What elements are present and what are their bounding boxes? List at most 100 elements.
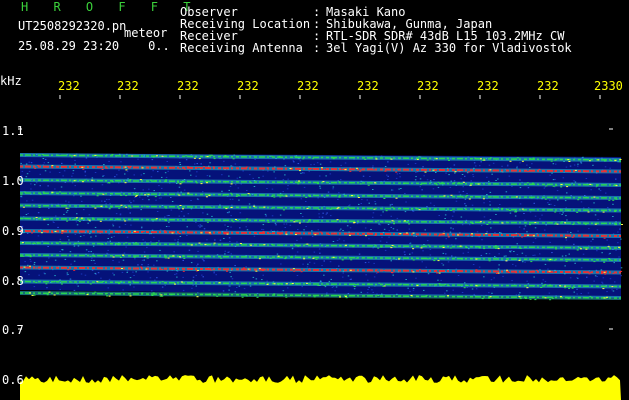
noise-speckle <box>372 291 374 293</box>
noise-speckle <box>489 204 491 206</box>
noise-speckle <box>230 276 232 278</box>
noise-speckle <box>386 174 388 176</box>
band-pixel <box>213 158 216 160</box>
noise-speckle <box>339 229 341 231</box>
noise-speckle <box>221 174 223 176</box>
band-pixel <box>46 231 49 233</box>
band-pixel <box>21 242 24 244</box>
noise-speckle <box>284 165 287 167</box>
noise-speckle <box>20 162 22 164</box>
noise-speckle <box>296 239 298 241</box>
band-pixel <box>377 295 380 296</box>
band-pixel <box>564 287 567 289</box>
noise-speckle <box>316 162 319 164</box>
noise-speckle <box>580 293 582 294</box>
noise-speckle <box>196 163 198 165</box>
band-pixel <box>620 270 623 272</box>
band-pixel <box>535 259 538 261</box>
noise-speckle <box>390 226 392 228</box>
band-pixel <box>442 245 445 247</box>
band-pixel <box>96 195 99 197</box>
noise-speckle <box>296 251 299 253</box>
noise-speckle <box>473 162 476 164</box>
band-pixel <box>438 283 441 285</box>
noise-speckle <box>492 162 495 164</box>
noise-speckle <box>109 203 111 205</box>
band-pixel <box>468 198 471 200</box>
band-pixel <box>279 196 282 198</box>
noise-speckle <box>227 226 229 227</box>
band-pixel <box>380 246 383 248</box>
band-pixel <box>319 231 322 233</box>
noise-speckle <box>513 251 515 252</box>
band-pixel <box>313 296 316 298</box>
noise-speckle <box>245 266 247 268</box>
band-pixel <box>146 257 149 259</box>
band-pixel <box>607 246 610 248</box>
noise-speckle <box>195 222 197 223</box>
band-pixel <box>81 231 84 233</box>
noise-speckle <box>534 254 536 256</box>
band-pixel <box>610 160 613 162</box>
noise-speckle <box>453 180 456 182</box>
band-pixel <box>548 260 551 262</box>
noise-speckle <box>297 229 299 230</box>
noise-speckle <box>324 286 327 288</box>
noise-speckle <box>562 212 564 214</box>
band-pixel <box>210 269 213 271</box>
noise-speckle <box>66 272 69 274</box>
band-pixel <box>61 232 64 234</box>
band-pixel <box>553 271 556 273</box>
noise-speckle <box>526 231 528 233</box>
noise-speckle <box>564 200 567 202</box>
band-pixel <box>518 259 521 261</box>
band-pixel <box>361 257 364 259</box>
noise-speckle <box>367 279 369 281</box>
noise-speckle <box>450 180 452 182</box>
band-pixel <box>122 254 124 256</box>
band-pixel <box>95 205 98 207</box>
noise-speckle <box>332 188 334 190</box>
band-pixel <box>211 154 213 156</box>
x-tick: 232 <box>537 79 559 93</box>
band-pixel <box>526 287 529 289</box>
noise-speckle <box>387 175 389 177</box>
noise-speckle <box>505 191 508 193</box>
band-pixel <box>352 246 355 248</box>
noise-speckle <box>302 263 304 265</box>
band-pixel <box>563 285 566 287</box>
band-pixel <box>151 295 154 296</box>
band-pixel <box>529 158 532 160</box>
band-pixel <box>152 292 155 294</box>
noise-speckle <box>384 249 387 251</box>
band-pixel <box>489 157 492 159</box>
noise-speckle <box>362 175 365 177</box>
noise-speckle <box>150 176 153 178</box>
band-pixel <box>433 260 436 262</box>
noise-speckle <box>202 276 204 278</box>
noise-speckle <box>202 191 204 193</box>
noise-speckle <box>54 259 57 261</box>
noise-speckle <box>593 202 595 204</box>
noise-speckle <box>106 198 108 200</box>
band-pixel <box>179 168 182 170</box>
noise-speckle <box>319 185 321 187</box>
band-pixel <box>128 281 131 283</box>
noise-speckle <box>472 176 475 178</box>
noise-speckle <box>118 226 121 228</box>
noise-speckle <box>93 259 95 261</box>
band-pixel <box>488 235 491 237</box>
noise-speckle <box>561 255 564 257</box>
band-pixel <box>391 245 394 246</box>
noise-speckle <box>541 282 543 284</box>
band-pixel <box>127 166 130 167</box>
band-pixel <box>465 247 468 248</box>
noise-speckle <box>236 177 239 179</box>
band-pixel <box>523 235 526 237</box>
band-pixel <box>197 167 200 169</box>
band-pixel <box>156 155 158 157</box>
band-pixel <box>347 233 350 235</box>
noise-speckle <box>24 261 26 263</box>
band-pixel <box>556 223 559 225</box>
noise-speckle <box>231 198 234 200</box>
